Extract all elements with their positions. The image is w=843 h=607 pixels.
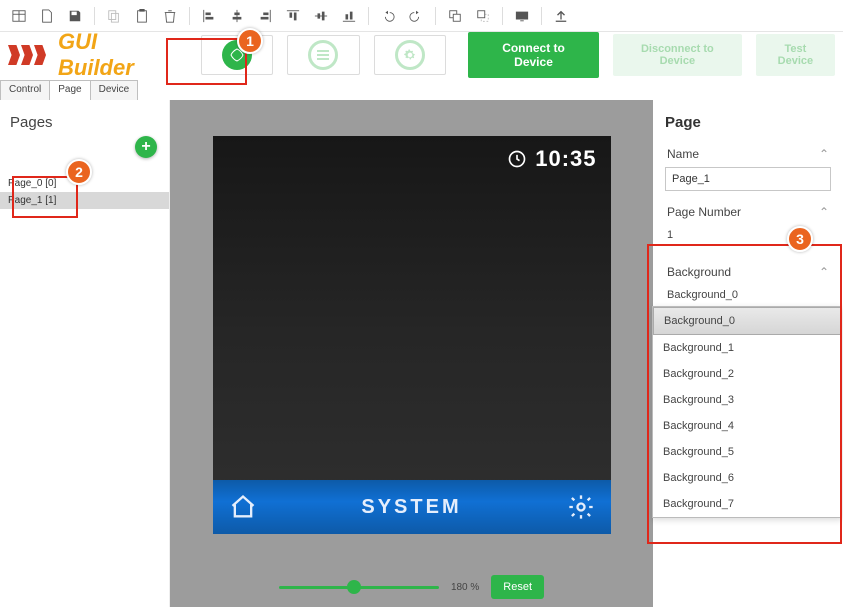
clipboard-icon[interactable] <box>129 4 155 28</box>
prop-number-header[interactable]: Page Number⌃ <box>665 199 831 225</box>
align-center-icon[interactable] <box>224 4 250 28</box>
align-top-icon[interactable] <box>280 4 306 28</box>
page-name-input[interactable] <box>665 167 831 191</box>
dropdown-option[interactable]: Background_0 <box>653 307 841 335</box>
save-icon[interactable] <box>62 4 88 28</box>
bring-front-icon[interactable] <box>442 4 468 28</box>
align-right-icon[interactable] <box>252 4 278 28</box>
align-bottom-icon[interactable] <box>336 4 362 28</box>
device-preview[interactable]: 10:35 SYSTEM <box>213 136 611 534</box>
test-device-button[interactable]: Test Device <box>756 34 835 76</box>
canvas-area: 10:35 SYSTEM 180 % Reset <box>170 100 653 607</box>
align-left-icon[interactable] <box>196 4 222 28</box>
dropdown-option[interactable]: Background_7 <box>653 491 841 517</box>
tab-device[interactable]: Device <box>90 80 139 100</box>
file-icon[interactable] <box>34 4 60 28</box>
preview-footer: SYSTEM <box>213 480 611 534</box>
tab-strip: Control Page Device <box>0 80 843 100</box>
callout-2: 2 <box>66 159 92 185</box>
copy-icon[interactable] <box>101 4 127 28</box>
module-button-2[interactable] <box>287 35 360 75</box>
clock-time: 10:35 <box>535 146 596 172</box>
prop-background-header[interactable]: Background⌃ <box>665 259 831 285</box>
tab-page[interactable]: Page <box>49 80 90 100</box>
send-back-icon[interactable] <box>470 4 496 28</box>
page-list-item[interactable]: Page_1 [1] <box>0 192 169 209</box>
list-icon <box>308 40 338 70</box>
disconnect-button[interactable]: Disconnect to Device <box>613 34 742 76</box>
dropdown-option[interactable]: Background_2 <box>653 361 841 387</box>
properties-title: Page <box>665 108 831 141</box>
callout-3: 3 <box>787 226 813 252</box>
connect-button[interactable]: Connect to Device <box>468 32 599 78</box>
undo-icon[interactable] <box>375 4 401 28</box>
prop-name-header[interactable]: Name⌃ <box>665 141 831 167</box>
home-icon[interactable] <box>229 493 257 521</box>
dropdown-option[interactable]: Background_5 <box>653 439 841 465</box>
screen-icon[interactable] <box>509 4 535 28</box>
status-bar: 10:35 <box>507 146 596 172</box>
add-page-button[interactable]: + <box>135 136 157 158</box>
module-button-3[interactable] <box>374 35 447 75</box>
align-middle-icon[interactable] <box>308 4 334 28</box>
dropdown-option[interactable]: Background_3 <box>653 387 841 413</box>
header-row: GUI Builder Connect to Device Disconnect… <box>0 32 843 78</box>
zoom-controls: 180 % Reset <box>170 575 653 599</box>
dropdown-option[interactable]: Background_1 <box>653 335 841 361</box>
toolbar <box>0 0 843 32</box>
app-title: GUI Builder <box>58 29 177 81</box>
table-icon[interactable] <box>6 4 32 28</box>
preview-footer-title: SYSTEM <box>361 496 461 519</box>
background-dropdown[interactable]: Background_0 Background_1 Background_2 B… <box>652 306 842 518</box>
zoom-percent: 180 % <box>451 582 479 593</box>
trash-icon[interactable] <box>157 4 183 28</box>
upload-icon[interactable] <box>548 4 574 28</box>
gear-icon <box>395 40 425 70</box>
clock-icon <box>507 149 527 169</box>
tab-control[interactable]: Control <box>0 80 50 100</box>
zoom-slider[interactable] <box>279 586 439 589</box>
callout-1: 1 <box>237 28 263 54</box>
settings-icon[interactable] <box>567 493 595 521</box>
dropdown-option[interactable]: Background_6 <box>653 465 841 491</box>
brand-logo <box>8 45 46 65</box>
redo-icon[interactable] <box>403 4 429 28</box>
zoom-reset-button[interactable]: Reset <box>491 575 544 599</box>
dropdown-option[interactable]: Background_4 <box>653 413 841 439</box>
